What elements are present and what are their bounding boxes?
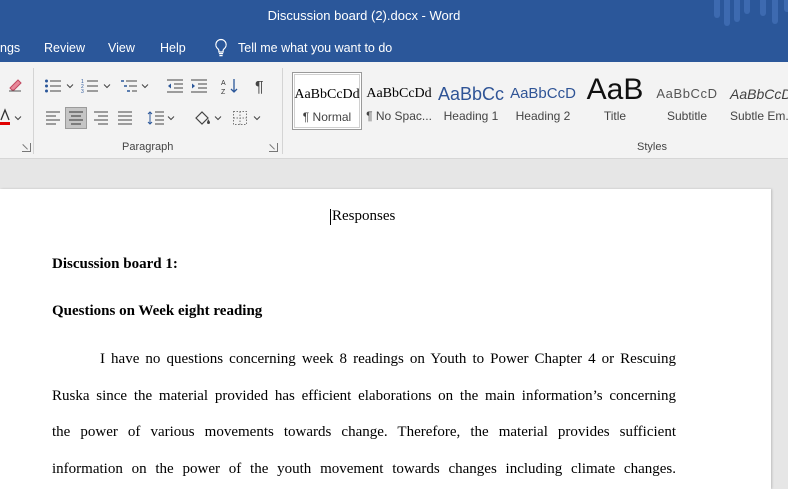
style-sample: AaBbCcDd xyxy=(730,86,788,102)
document-canvas: Responses Discussion board 1: Questions … xyxy=(0,159,788,489)
paragraph-line: the power of various movements towards c… xyxy=(52,424,676,440)
paragraph-line: Ruska since the material provided has ef… xyxy=(52,388,676,404)
style-sample: AaBbCcDd xyxy=(294,87,360,102)
text-cursor xyxy=(330,209,331,225)
numbering-button[interactable]: 1 2 3 xyxy=(79,75,101,97)
document-page[interactable]: Responses Discussion board 1: Questions … xyxy=(0,189,771,489)
tab-help[interactable]: Help xyxy=(160,34,186,62)
borders-icon xyxy=(233,111,247,125)
pilcrow-icon: ¶ xyxy=(255,79,264,94)
align-right-button[interactable] xyxy=(90,107,112,129)
style-name: Heading 1 xyxy=(443,109,499,123)
style-name: ¶ Normal xyxy=(302,110,352,124)
style-name: Subtitle xyxy=(666,109,708,123)
multilevel-list-button[interactable] xyxy=(118,75,140,97)
paragraph-group-label: Paragraph xyxy=(122,141,174,153)
decrease-indent-button[interactable] xyxy=(164,75,186,97)
multilevel-list-icon xyxy=(121,80,137,92)
font-dialog-launcher[interactable] xyxy=(22,143,31,152)
heading-discussion-board: Discussion board 1: xyxy=(52,256,178,272)
style-name: ¶ No Spac... xyxy=(366,109,432,123)
show-formatting-marks-button[interactable]: ¶ xyxy=(250,75,272,97)
svg-text:A: A xyxy=(221,80,226,87)
style-name: Title xyxy=(603,109,627,123)
bullet-list-icon xyxy=(45,79,61,93)
justify-icon xyxy=(118,111,132,125)
svg-text:Z: Z xyxy=(221,89,226,95)
tab-view[interactable]: View xyxy=(108,34,135,62)
increase-indent-button[interactable] xyxy=(188,75,210,97)
bullets-button[interactable] xyxy=(42,75,64,97)
style-heading-2[interactable]: AaBbCcD Heading 2 xyxy=(508,72,578,130)
sort-az-icon: A Z xyxy=(221,79,238,95)
numbered-list-icon: 1 2 3 xyxy=(81,79,98,94)
increase-indent-icon xyxy=(191,79,207,93)
borders-button[interactable] xyxy=(229,107,251,129)
group-separator xyxy=(282,68,283,154)
decrease-indent-icon xyxy=(167,79,183,93)
lightbulb-icon xyxy=(215,38,227,57)
style-heading-1[interactable]: AaBbCc Heading 1 xyxy=(436,72,506,130)
style-title[interactable]: AaB Title xyxy=(580,72,650,130)
chevron-down-icon[interactable] xyxy=(253,114,261,122)
chevron-down-icon[interactable] xyxy=(14,114,22,122)
style-subtitle[interactable]: AaBbCcD Subtitle xyxy=(652,72,722,130)
align-center-icon xyxy=(69,111,83,125)
ribbon-tab-bar: ngs Review View Help Tell me what you wa… xyxy=(0,34,788,62)
tab-review[interactable]: Review xyxy=(44,34,85,62)
style-name: Heading 2 xyxy=(515,109,571,123)
ribbon: 1 2 3 A Z ¶ Paragraph AaBbCcDd ¶ Normal … xyxy=(0,62,788,159)
align-left-icon xyxy=(46,111,60,125)
shading-button[interactable] xyxy=(191,107,213,129)
line-spacing-icon xyxy=(147,111,164,125)
line-spacing-button[interactable] xyxy=(145,107,167,129)
tab-mailings[interactable]: ngs xyxy=(0,34,20,62)
style-sample: AaBbCcD xyxy=(656,86,718,101)
title-bar: Discussion board (2).docx - Word xyxy=(0,0,788,34)
style-sample: AaBbCcDd xyxy=(366,86,432,101)
font-color-icon xyxy=(0,108,10,125)
style-sample: AaBbCcD xyxy=(510,85,576,102)
styles-gallery: AaBbCcDd ¶ Normal AaBbCcDd ¶ No Spac... … xyxy=(291,72,788,130)
group-separator xyxy=(33,68,34,154)
header-text: Responses xyxy=(332,208,396,224)
chevron-down-icon[interactable] xyxy=(66,82,74,90)
style-normal[interactable]: AaBbCcDd ¶ Normal xyxy=(292,72,362,130)
window-title: Discussion board (2).docx - Word xyxy=(267,8,461,23)
align-left-button[interactable] xyxy=(42,107,64,129)
center-button[interactable] xyxy=(65,107,87,129)
align-right-icon xyxy=(94,111,108,125)
chevron-down-icon[interactable] xyxy=(103,82,111,90)
tell-me-label: Tell me what you want to do xyxy=(238,41,393,55)
style-name: Subtle Em... xyxy=(730,109,788,123)
style-no-spacing[interactable]: AaBbCcDd ¶ No Spac... xyxy=(364,72,434,130)
chevron-down-icon[interactable] xyxy=(167,114,175,122)
clear-formatting-button[interactable] xyxy=(4,74,26,96)
styles-group-label: Styles xyxy=(637,141,667,153)
chevron-down-icon[interactable] xyxy=(214,114,222,122)
heading-questions: Questions on Week eight reading xyxy=(52,303,263,319)
justify-button[interactable] xyxy=(114,107,136,129)
svg-text:3: 3 xyxy=(81,89,84,94)
eraser-icon xyxy=(9,79,22,92)
style-sample: AaB xyxy=(586,74,644,102)
paragraph-line: information on the power of the youth mo… xyxy=(52,461,676,477)
tell-me-search[interactable]: Tell me what you want to do xyxy=(213,34,392,62)
style-subtle-emphasis[interactable]: AaBbCcDd Subtle Em... xyxy=(724,72,788,130)
sort-button[interactable]: A Z xyxy=(219,75,241,97)
svg-text:¶: ¶ xyxy=(255,79,264,94)
chevron-down-icon[interactable] xyxy=(141,82,149,90)
paragraph-dialog-launcher[interactable] xyxy=(269,143,278,152)
paragraph-line: I have no questions concerning week 8 re… xyxy=(100,351,676,367)
paint-bucket-icon xyxy=(195,111,210,125)
style-sample: AaBbCc xyxy=(437,84,505,104)
title-bar-pattern xyxy=(708,0,788,34)
